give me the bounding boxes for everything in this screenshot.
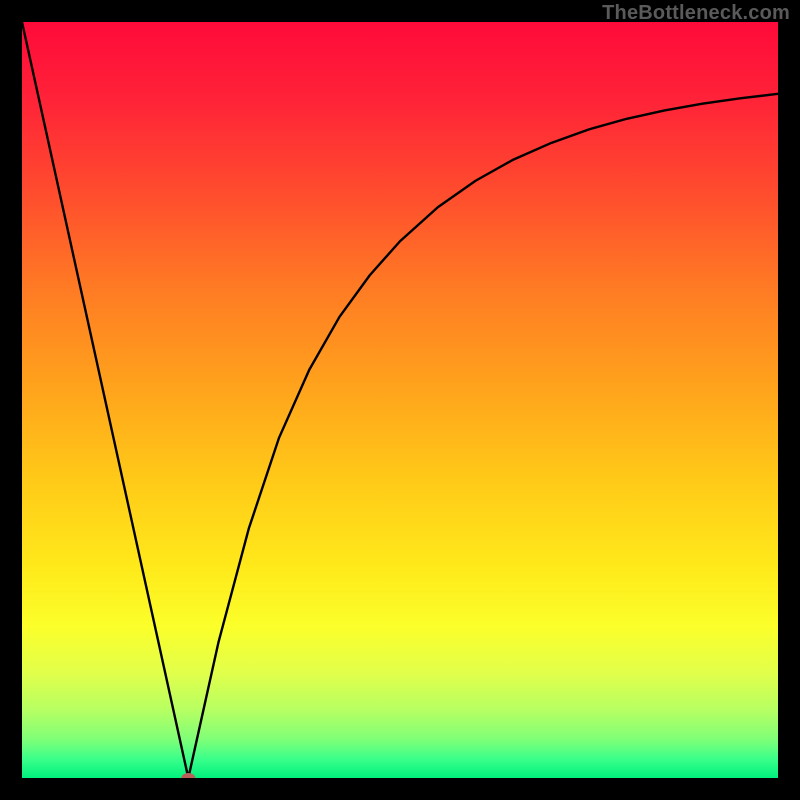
- gradient-background: [22, 22, 778, 778]
- watermark-text: TheBottleneck.com: [602, 2, 790, 25]
- chart-frame: TheBottleneck.com: [0, 0, 800, 800]
- plot-area: [22, 22, 778, 778]
- chart-svg: [22, 22, 778, 778]
